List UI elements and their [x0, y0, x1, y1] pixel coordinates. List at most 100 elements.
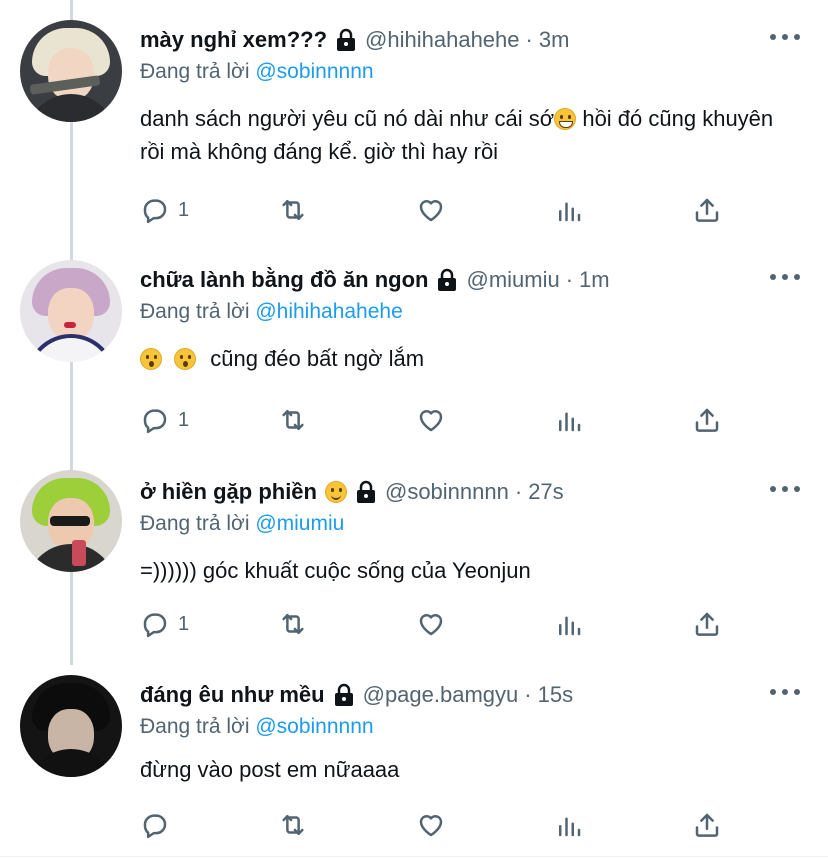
analytics-icon: [559, 817, 581, 837]
tweet[interactable]: đáng êu như mều @page.bamgyu · 15s Đang …: [0, 655, 828, 855]
share-button[interactable]: [692, 192, 722, 228]
more-options-icon[interactable]: [770, 270, 800, 284]
reply-button[interactable]: 1: [140, 606, 189, 642]
timestamp[interactable]: 15s: [538, 682, 573, 708]
action-bar: 1: [140, 606, 740, 642]
replying-to: Đang trả lời @sobinnnnn: [140, 60, 374, 84]
replying-to: Đang trả lời @sobinnnnn: [140, 715, 374, 739]
display-name[interactable]: chữa lành bằng đồ ăn ngon: [140, 267, 428, 293]
reply-button[interactable]: 1: [140, 192, 189, 228]
tweet-header: đáng êu như mều @page.bamgyu · 15s: [140, 680, 573, 710]
reply-icon: [143, 409, 167, 434]
reply-icon: [143, 199, 167, 224]
mention-link[interactable]: @sobinnnnn: [255, 715, 373, 738]
retweet-icon: [282, 614, 304, 634]
user-handle[interactable]: @sobinnnnn: [385, 479, 509, 505]
tweet-text: đừng vào post em nữaaaa: [140, 753, 800, 786]
tweet[interactable]: ở hiền gặp phiền @sobinnnnn · 27s Đang t…: [0, 452, 828, 670]
replying-to-label: Đang trả lời: [140, 715, 250, 738]
share-icon: [695, 408, 719, 432]
tweet-header: chữa lành bằng đồ ăn ngon @miumiu · 1m: [140, 265, 610, 295]
like-button[interactable]: [416, 402, 446, 438]
retweet-icon: [282, 200, 304, 220]
tweet[interactable]: mày nghỉ xem??? @hihihahahehe · 3m Đang …: [0, 0, 828, 250]
tweet-text: danh sách người yêu cũ nó dài như cái sớ…: [140, 102, 800, 168]
display-name[interactable]: đáng êu như mều: [140, 682, 325, 708]
more-options-icon[interactable]: [770, 685, 800, 699]
retweet-button[interactable]: [278, 402, 308, 438]
avatar[interactable]: [20, 675, 122, 777]
reply-button[interactable]: 1: [140, 402, 189, 438]
time-separator: ·: [565, 267, 574, 292]
lock-icon: [335, 28, 357, 52]
mention-link[interactable]: @miumiu: [255, 512, 344, 535]
avatar[interactable]: [20, 470, 122, 572]
tweet-header: mày nghỉ xem??? @hihihahahehe · 3m: [140, 25, 569, 55]
mention-link[interactable]: @sobinnnnn: [255, 60, 373, 83]
views-button[interactable]: [554, 606, 584, 642]
avatar[interactable]: [20, 260, 122, 362]
heart-icon: [419, 614, 443, 636]
timestamp[interactable]: 27s: [528, 479, 563, 505]
heart-icon: [419, 815, 443, 837]
replying-to-label: Đang trả lời: [140, 60, 250, 83]
views-button[interactable]: [554, 807, 584, 843]
heart-icon: [419, 410, 443, 432]
tweet-text-part: cũng đéo bất ngờ lắm: [210, 346, 425, 371]
like-button[interactable]: [416, 606, 446, 642]
retweet-button[interactable]: [278, 192, 308, 228]
share-button[interactable]: [692, 402, 722, 438]
replying-to-label: Đang trả lời: [140, 512, 250, 535]
reply-icon: [143, 613, 167, 638]
tweet[interactable]: chữa lành bằng đồ ăn ngon @miumiu · 1m Đ…: [0, 240, 828, 458]
hushed-face-emoji-icon: [140, 348, 162, 370]
replying-to: Đang trả lời @hihihahahehe: [140, 300, 403, 324]
tweet-text-part: =)))))) góc khuất cuộc sống của Yeonjun: [140, 558, 531, 583]
reply-count: 1: [178, 408, 190, 431]
share-icon: [695, 198, 719, 222]
share-button[interactable]: [692, 606, 722, 642]
retweet-icon: [282, 815, 304, 835]
tweet-text: =)))))) góc khuất cuộc sống của Yeonjun: [140, 554, 800, 587]
tweet-header: ở hiền gặp phiền @sobinnnnn · 27s: [140, 477, 564, 507]
tweet-text-part: đừng vào post em nữaaaa: [140, 757, 400, 782]
replying-to-label: Đang trả lời: [140, 300, 250, 323]
views-button[interactable]: [554, 402, 584, 438]
tweet-text-part: danh sách người yêu cũ nó dài như cái sớ: [140, 106, 555, 131]
time-separator: ·: [525, 27, 533, 52]
replying-to: Đang trả lời @miumiu: [140, 512, 344, 536]
action-bar: 1: [140, 402, 740, 438]
more-options-icon[interactable]: [770, 482, 800, 496]
share-button[interactable]: [692, 807, 722, 843]
action-bar: 1: [140, 192, 740, 228]
more-options-icon[interactable]: [770, 30, 800, 44]
user-handle[interactable]: @miumiu: [466, 267, 559, 293]
retweet-icon: [282, 410, 304, 430]
share-icon: [695, 813, 719, 837]
avatar[interactable]: [20, 20, 122, 122]
analytics-icon: [559, 202, 581, 222]
user-handle[interactable]: @hihihahahehe: [365, 27, 519, 53]
analytics-icon: [559, 616, 581, 636]
reply-count: 1: [178, 612, 190, 635]
user-handle[interactable]: @page.bamgyu: [363, 682, 519, 708]
divider: [0, 856, 828, 857]
hushed-face-emoji-icon: [174, 348, 197, 370]
smiling-face-with-hearts-emoji-icon: [324, 481, 347, 503]
timestamp[interactable]: 3m: [539, 27, 570, 53]
analytics-icon: [559, 412, 581, 432]
mention-link[interactable]: @hihihahahehe: [255, 300, 402, 323]
time-separator: ·: [524, 682, 532, 707]
reply-icon: [143, 814, 167, 839]
reply-count: 1: [178, 198, 190, 221]
like-button[interactable]: [416, 807, 446, 843]
retweet-button[interactable]: [278, 606, 308, 642]
heart-icon: [419, 200, 443, 222]
views-button[interactable]: [554, 192, 584, 228]
display-name[interactable]: ở hiền gặp phiền: [140, 479, 317, 505]
retweet-button[interactable]: [278, 807, 308, 843]
reply-button[interactable]: [140, 807, 178, 843]
timestamp[interactable]: 1m: [579, 267, 610, 293]
display-name[interactable]: mày nghỉ xem???: [140, 27, 327, 53]
like-button[interactable]: [416, 192, 446, 228]
